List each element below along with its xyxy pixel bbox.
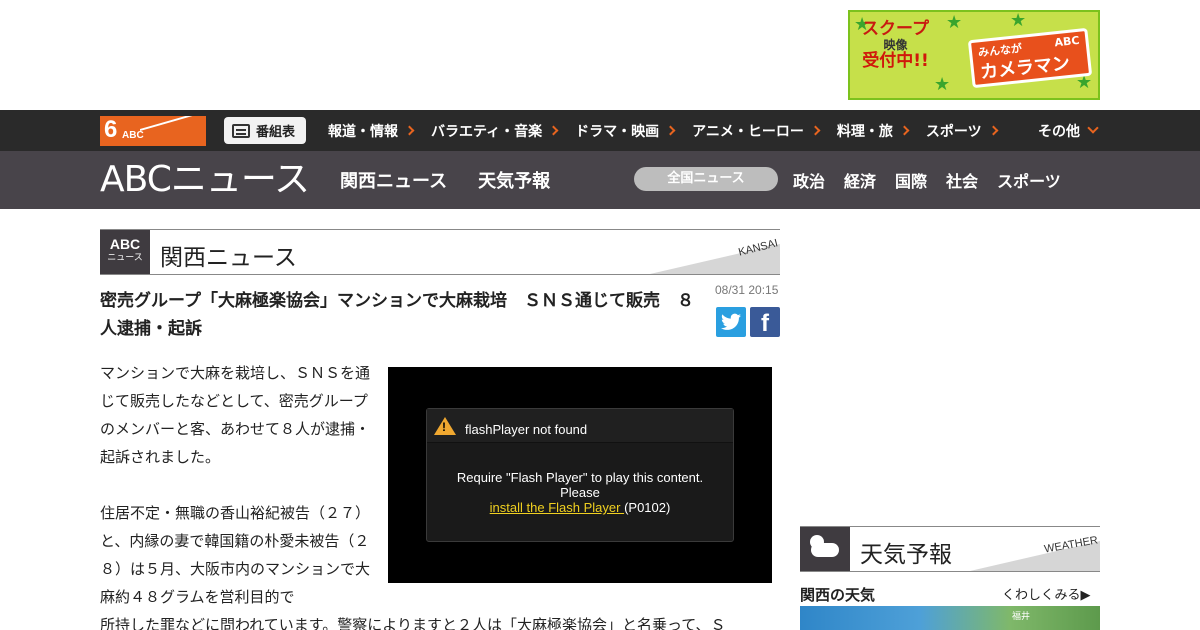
news-categories: 政治 経済 国際 社会 スポーツ (793, 151, 1061, 209)
nav-link-label: スポーツ (925, 123, 982, 140)
banner-right-brand: ABC (1053, 33, 1081, 50)
category-politics[interactable]: 政治 (793, 168, 825, 192)
chevron-right-icon (899, 125, 910, 136)
news-main-links: 関西ニュース 天気予報 (340, 151, 550, 209)
twitter-icon (721, 313, 741, 330)
chevron-right-icon (404, 125, 415, 136)
abc-6-logo[interactable]: 6 ABC (100, 116, 206, 146)
banner-cameraman-logo: みんなが ABC カメラマン (967, 27, 1093, 89)
star-icon: ★ (934, 74, 951, 95)
article-headline: 密売グループ「大麻極楽協会」マンションで大麻栽培 ＳＮＳ通じて販売 ８人逮捕・起… (100, 291, 694, 339)
chevron-right-icon (810, 125, 821, 136)
camera-man-banner-ad[interactable]: ★ ★ ★ ★ ★ スクープ 映像 受付中!! みんなが ABC カメラマン (848, 10, 1100, 100)
category-sports[interactable]: スポーツ (997, 168, 1061, 192)
weather-section-header: 天気予報 WEATHER (800, 526, 1100, 572)
banner-line2: 映像 (883, 37, 908, 52)
dialog-header: flashPlayer not found (427, 409, 733, 443)
nav-link-drama[interactable]: ドラマ・映画 (575, 121, 676, 141)
article-paragraph-continued: 所持した罪などに問われています。警察によりますと２人は「大麻極楽協会」と名乗って… (100, 616, 726, 630)
news-nav: ABCニュース 関西ニュース 天気予報 全国ニュース 政治 経済 国際 社会 ス… (0, 151, 1200, 209)
map-city-label: 福井 (1012, 612, 1031, 622)
weather-title: 天気予報 (860, 542, 952, 568)
section-title: 関西ニュース (160, 245, 297, 271)
nav-link-anime[interactable]: アニメ・ヒーロー (692, 121, 821, 141)
category-society[interactable]: 社会 (946, 168, 978, 192)
global-nav: 6 ABC 番組表 報道・情報 バラエティ・音楽 ドラマ・映画 アニメ・ヒーロー… (0, 110, 1200, 151)
dialog-title: flashPlayer not found (465, 422, 588, 437)
chevron-right-icon (988, 125, 999, 136)
nav-link-news[interactable]: 報道・情報 (328, 121, 415, 141)
national-news-pill[interactable]: 全国ニュース (634, 167, 778, 191)
dialog-msg-line1: Require "Flash Player" to play this cont… (456, 470, 704, 485)
nav-link-label: ドラマ・映画 (575, 123, 660, 140)
abc-news-logo[interactable]: ABCニュース (100, 161, 310, 199)
tv-guide-label: 番組表 (256, 125, 296, 140)
dialog-msg-line2: Please (560, 485, 600, 500)
star-icon: ★ (946, 12, 963, 33)
nav-link-label: アニメ・ヒーロー (692, 123, 804, 140)
nav-weather[interactable]: 天気予報 (478, 167, 550, 193)
banner-scoop-text: スクープ 映像 受付中!! (862, 20, 929, 71)
facebook-share-button[interactable]: f (750, 307, 780, 337)
install-flash-link[interactable]: install the Flash Player (490, 500, 624, 515)
abc-news-badge: ABC ニュース (100, 230, 150, 274)
nav-kansai-news[interactable]: 関西ニュース (340, 167, 447, 193)
kansai-weather-label: 関西の天気 (800, 586, 876, 604)
more-menu-button[interactable]: その他 (1038, 110, 1099, 151)
flash-not-found-dialog: flashPlayer not found Require "Flash Pla… (426, 408, 734, 542)
weather-map[interactable]: 福井 (800, 606, 1100, 630)
badge-top: ABC (109, 236, 141, 252)
banner-line1: スクープ (862, 19, 929, 39)
banner-line3: 受付中!! (862, 50, 929, 71)
logo-number: 6 (104, 116, 118, 143)
category-international[interactable]: 国際 (895, 168, 927, 192)
weather-badge (800, 527, 850, 571)
article-body: マンションで大麻を栽培し、ＳＮＳを通じて販売したなどとして、密売グループのメンバ… (100, 359, 376, 630)
more-label: その他 (1038, 123, 1080, 140)
cloud-icon (811, 543, 839, 557)
section-header: ABC ニュース 関西ニュース KANSAI (100, 229, 780, 275)
nav-link-cooking[interactable]: 料理・旅 (836, 121, 910, 141)
article-paragraph: マンションで大麻を栽培し、ＳＮＳを通じて販売したなどとして、密売グループのメンバ… (100, 364, 371, 466)
chevron-right-icon (548, 125, 559, 136)
error-code: (P0102) (624, 500, 671, 515)
nav-link-variety[interactable]: バラエティ・音楽 (431, 121, 559, 141)
tv-guide-button[interactable]: 番組表 (224, 117, 306, 144)
logo-swoosh (140, 116, 206, 146)
article-paragraph: 住居不定・無職の香山裕紀被告（２７）と、内縁の妻で韓国籍の朴愛未被告（２８）は５… (100, 504, 371, 606)
genre-links: 報道・情報 バラエティ・音楽 ドラマ・映画 アニメ・ヒーロー 料理・旅 スポーツ (328, 110, 1015, 151)
facebook-icon: f (761, 310, 769, 337)
article-date: 08/31 20:15 (715, 283, 779, 297)
nav-link-label: 料理・旅 (836, 123, 893, 140)
warning-icon (434, 417, 456, 435)
dialog-message: Require "Flash Player" to play this cont… (427, 470, 733, 515)
video-player[interactable]: flashPlayer not found Require "Flash Pla… (388, 367, 772, 583)
calendar-icon (232, 123, 250, 138)
nav-link-label: 報道・情報 (328, 123, 398, 140)
nav-link-label: バラエティ・音楽 (431, 123, 543, 140)
chevron-right-icon (665, 125, 676, 136)
chevron-down-icon (1087, 122, 1099, 134)
category-economy[interactable]: 経済 (844, 168, 876, 192)
weather-more-link[interactable]: くわしくみる▶ (1002, 584, 1091, 603)
twitter-share-button[interactable] (716, 307, 746, 337)
star-icon: ★ (1010, 10, 1027, 31)
badge-bottom: ニュース (107, 253, 143, 263)
nav-link-sports[interactable]: スポーツ (925, 121, 999, 141)
